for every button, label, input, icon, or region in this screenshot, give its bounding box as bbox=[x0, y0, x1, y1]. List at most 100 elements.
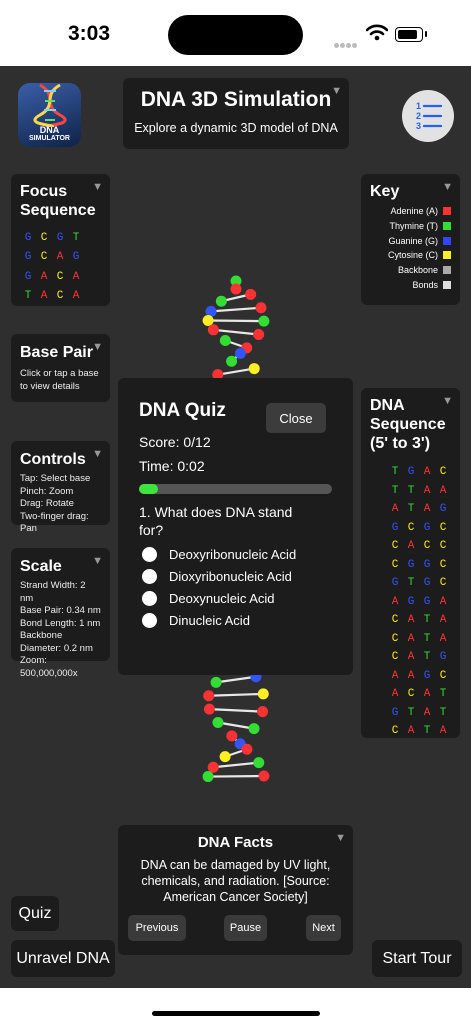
key-color-swatch bbox=[443, 266, 451, 275]
dna-sequence-row: CATG bbox=[370, 646, 451, 665]
simulation-canvas[interactable]: DNA SIMULATOR ▼ DNA 3D Simulation Explor… bbox=[0, 66, 471, 988]
wifi-icon bbox=[366, 24, 388, 41]
base-pair-panel[interactable]: ▼ Base Pair Click or tap a base to view … bbox=[11, 334, 110, 402]
key-item: Guanine (G) bbox=[370, 236, 451, 246]
base-letter: T bbox=[391, 466, 399, 478]
helix-base[interactable] bbox=[212, 716, 224, 728]
helix-base[interactable] bbox=[253, 757, 265, 769]
base-letter: G bbox=[407, 466, 415, 478]
quiz-button[interactable]: Quiz bbox=[11, 896, 59, 931]
collapse-triangle-icon[interactable]: ▼ bbox=[335, 832, 346, 844]
focus-sequence-panel[interactable]: ▼ Focus Sequence GCGTGCAGGACATACA bbox=[11, 174, 110, 306]
helix-base[interactable] bbox=[257, 706, 269, 718]
quiz-option-label: Dioxyribonucleic Acid bbox=[169, 569, 292, 584]
key-title: Key bbox=[370, 183, 400, 200]
controls-panel[interactable]: ▼ Controls Tap: Select base Pinch: Zoom … bbox=[11, 441, 110, 534]
helix-base[interactable] bbox=[219, 334, 231, 346]
collapse-triangle-icon[interactable]: ▼ bbox=[442, 395, 453, 407]
scale-title: Scale bbox=[20, 558, 62, 575]
svg-text:2: 2 bbox=[416, 111, 421, 121]
dna-facts-panel[interactable]: ▼ DNA Facts DNA can be damaged by UV lig… bbox=[118, 825, 353, 955]
menu-button[interactable]: 1 2 3 bbox=[402, 90, 454, 142]
collapse-triangle-icon[interactable]: ▼ bbox=[92, 341, 103, 353]
dna-sequence-row: GTAT bbox=[370, 702, 451, 721]
radio-button[interactable] bbox=[142, 547, 157, 562]
collapse-triangle-icon[interactable]: ▼ bbox=[92, 448, 103, 460]
key-panel[interactable]: ▼ Key Adenine (A) Thymine (T) Guanine (G) C… bbox=[361, 174, 460, 305]
base-pair-title: Base Pair bbox=[20, 344, 93, 361]
focus-sequence-row: GCGT bbox=[20, 226, 101, 245]
controls-title: Controls bbox=[20, 451, 86, 468]
app-logo: DNA SIMULATOR bbox=[18, 83, 81, 147]
radio-button[interactable] bbox=[142, 591, 157, 606]
helix-base[interactable] bbox=[203, 703, 215, 715]
base-letter: T bbox=[423, 725, 431, 737]
header-panel[interactable]: ▼ DNA 3D Simulation Explore a dynamic 3D… bbox=[123, 78, 349, 149]
quiz-option[interactable]: Deoxyribonucleic Acid bbox=[142, 547, 332, 562]
helix-base[interactable] bbox=[203, 690, 215, 702]
helix-bond bbox=[215, 675, 257, 684]
radio-button[interactable] bbox=[142, 569, 157, 584]
facts-previous-button[interactable]: Previous bbox=[128, 915, 186, 941]
helix-base[interactable] bbox=[230, 283, 242, 295]
dna-sequence-row: AGGA bbox=[370, 591, 451, 610]
helix-base[interactable] bbox=[258, 315, 270, 327]
key-item-label: Cytosine (C) bbox=[387, 250, 438, 261]
helix-base[interactable] bbox=[202, 771, 214, 783]
dynamic-island bbox=[168, 15, 303, 55]
base-letter: G bbox=[439, 503, 447, 515]
helix-base[interactable] bbox=[245, 288, 257, 300]
helix-base[interactable] bbox=[234, 347, 246, 359]
helix-base[interactable] bbox=[207, 324, 219, 336]
helix-bond bbox=[217, 367, 255, 376]
focus-sequence-row: TACA bbox=[20, 284, 101, 303]
dna-sequence-panel[interactable]: ▼ DNA Sequence (5' to 3') TGACTTAAATAGGC… bbox=[361, 388, 460, 738]
helix-base[interactable] bbox=[219, 751, 231, 763]
dna-sequence-title: DNA Sequence (5' to 3') bbox=[370, 397, 446, 452]
collapse-triangle-icon[interactable]: ▼ bbox=[92, 555, 103, 567]
helix-base[interactable] bbox=[241, 743, 253, 755]
helix-base[interactable] bbox=[202, 315, 214, 327]
quiz-option[interactable]: Dioxyribonucleic Acid bbox=[142, 569, 332, 584]
helix-base[interactable] bbox=[248, 723, 260, 735]
page-subtitle: Explore a dynamic 3D model of DNA bbox=[134, 121, 338, 135]
helix-base[interactable] bbox=[210, 676, 222, 688]
key-item-label: Adenine (A) bbox=[390, 206, 438, 216]
helix-base[interactable] bbox=[215, 295, 227, 307]
base-letter: A bbox=[407, 725, 415, 737]
helix-base[interactable] bbox=[226, 355, 238, 367]
collapse-triangle-icon[interactable]: ▼ bbox=[442, 181, 453, 193]
facts-pause-button[interactable]: Pause bbox=[224, 915, 267, 941]
dna-sequence-row: CATA bbox=[370, 609, 451, 628]
helix-base[interactable] bbox=[257, 688, 269, 700]
helix-base[interactable] bbox=[248, 363, 260, 375]
key-item-label: Thymine (T) bbox=[389, 220, 438, 231]
scale-line: Strand Width: 2 nm bbox=[20, 580, 86, 604]
key-color-swatch bbox=[443, 221, 451, 230]
collapse-triangle-icon[interactable]: ▼ bbox=[331, 85, 342, 97]
quiz-option[interactable]: Deoxynucleic Acid bbox=[142, 591, 332, 606]
helix-base[interactable] bbox=[207, 761, 219, 773]
scale-panel[interactable]: ▼ Scale Strand Width: 2 nm Base Pair: 0.… bbox=[11, 548, 110, 679]
helix-base[interactable] bbox=[226, 730, 238, 742]
helix-base[interactable] bbox=[255, 302, 267, 314]
helix-base[interactable] bbox=[258, 770, 270, 782]
start-tour-button[interactable]: Start Tour bbox=[372, 940, 462, 977]
helix-bond bbox=[213, 328, 259, 336]
key-item-label: Backbone bbox=[397, 265, 438, 276]
radio-button[interactable] bbox=[142, 613, 157, 628]
cellular-signal-icon bbox=[334, 35, 358, 53]
helix-bond bbox=[208, 692, 264, 697]
helix-base[interactable] bbox=[253, 329, 265, 341]
quiz-close-button[interactable]: Close bbox=[266, 403, 326, 433]
key-item: Backbone bbox=[370, 265, 451, 275]
scale-line: Zoom: 500,000,000x bbox=[20, 655, 78, 679]
home-indicator[interactable] bbox=[152, 1011, 320, 1016]
collapse-triangle-icon[interactable]: ▼ bbox=[92, 181, 103, 193]
facts-next-button[interactable]: Next bbox=[306, 915, 341, 941]
key-item: Bonds bbox=[370, 280, 451, 290]
unravel-dna-button[interactable]: Unravel DNA bbox=[11, 940, 115, 977]
quiz-option[interactable]: Dinucleic Acid bbox=[142, 613, 332, 628]
dna-sequence-row: ATAG bbox=[370, 498, 451, 517]
dna-logo-icon bbox=[33, 83, 67, 127]
